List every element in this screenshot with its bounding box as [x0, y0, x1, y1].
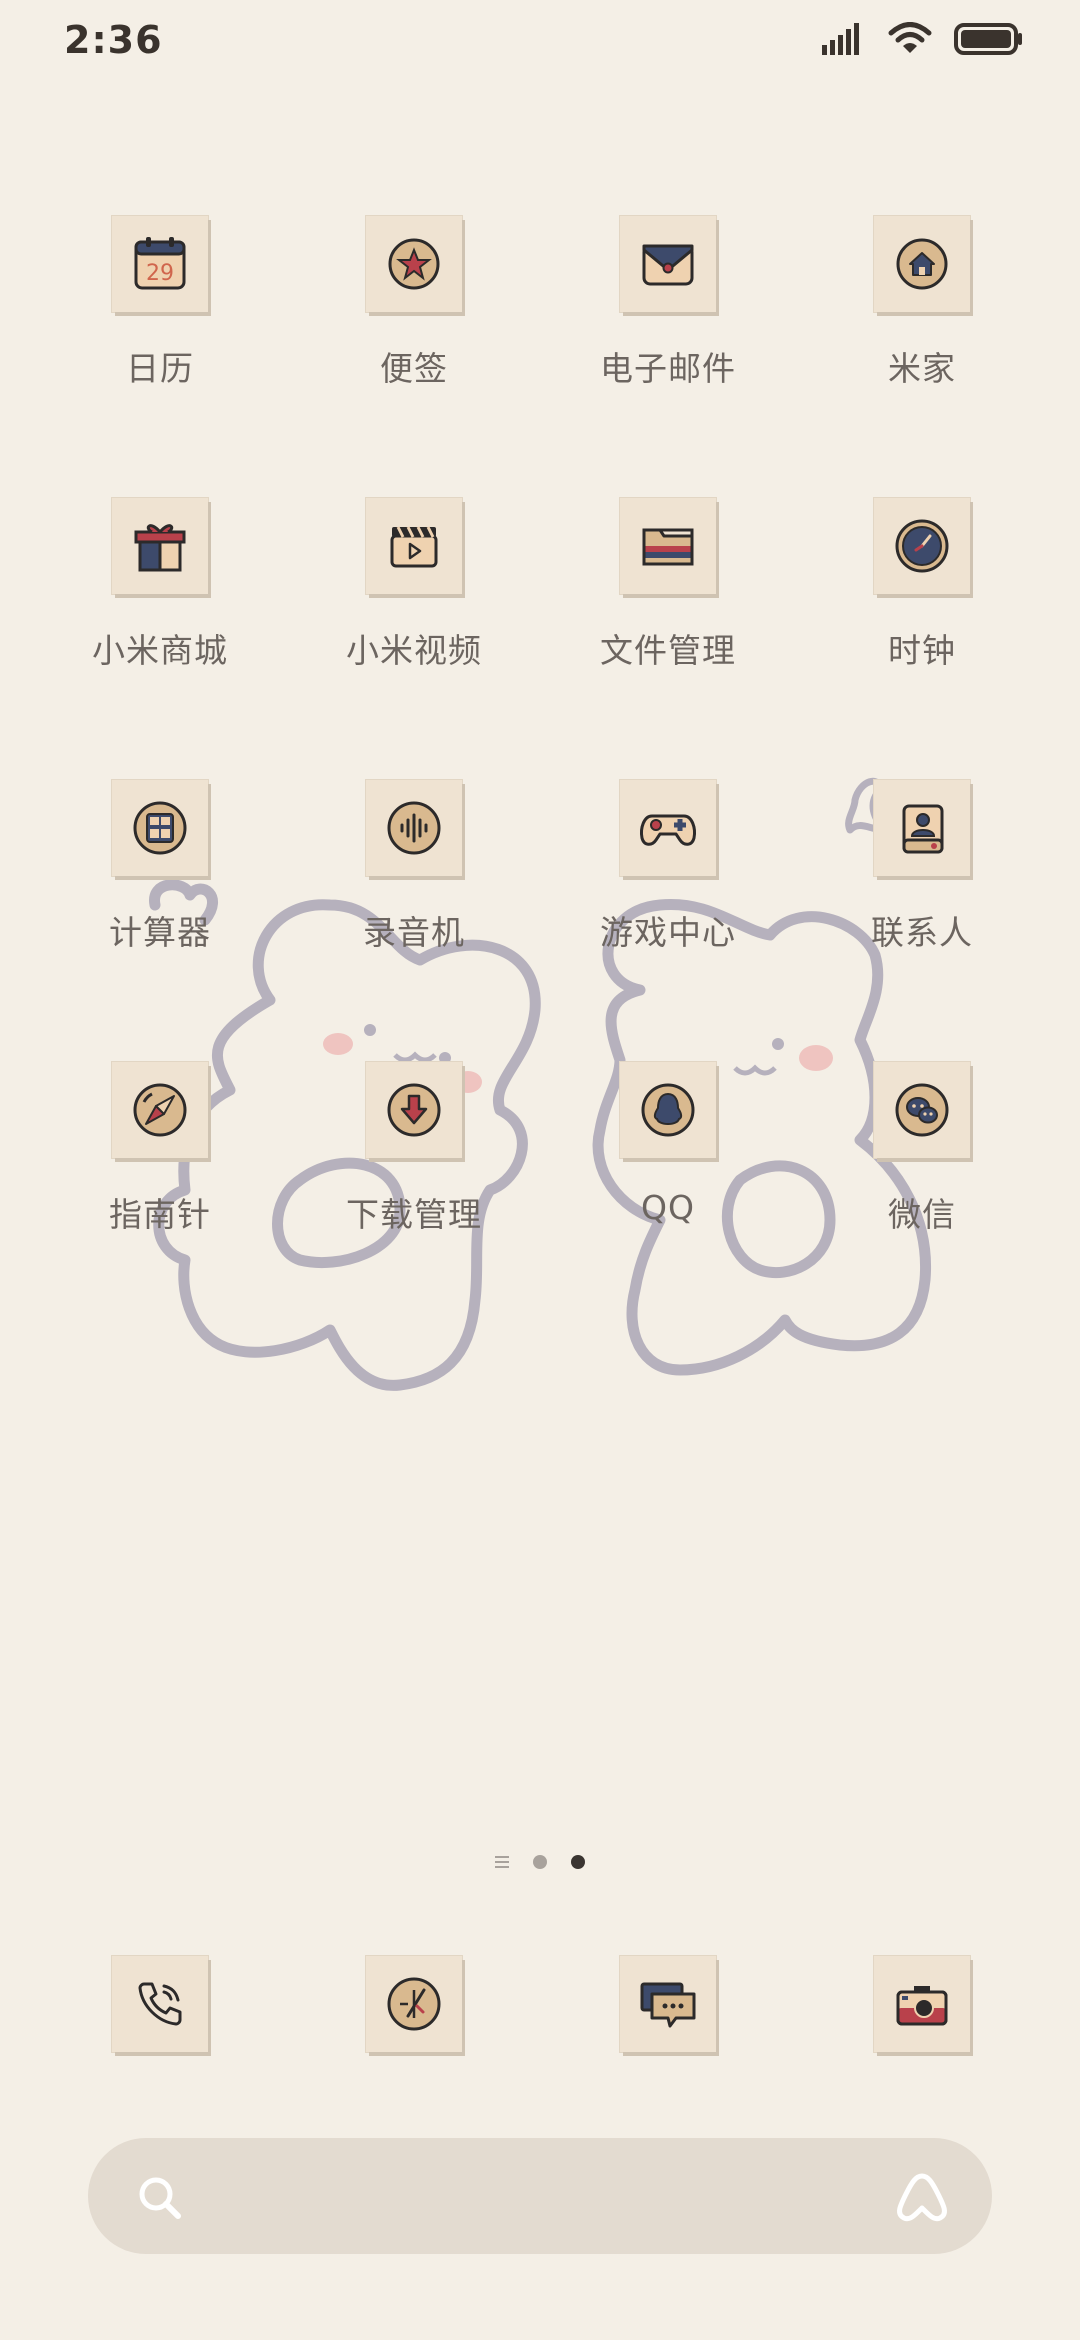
- app-tile[interactable]: [112, 498, 208, 594]
- app-tile[interactable]: [620, 780, 716, 876]
- dock-browser[interactable]: [287, 1940, 541, 2070]
- app-tile[interactable]: [366, 1956, 462, 2052]
- app-label: 录音机: [363, 913, 465, 952]
- app-tile[interactable]: [874, 1062, 970, 1158]
- app-wechat[interactable]: 微信: [795, 1046, 1049, 1296]
- home-icon: [896, 238, 948, 290]
- app-label: 联系人: [871, 913, 973, 952]
- app-label: QQ: [641, 1188, 695, 1227]
- home-screen: 2:36 29 日历 便签 电子邮件 米家 小米商城 小米视频 文件管理 时钟 …: [0, 0, 1080, 2340]
- status-icons: [822, 22, 1024, 56]
- app-mi-video[interactable]: 小米视频: [287, 482, 541, 732]
- browser-icon: [387, 1977, 441, 2031]
- app-tile[interactable]: 29: [112, 216, 208, 312]
- page-dot-active[interactable]: [571, 1855, 585, 1869]
- folder-icon: [642, 528, 694, 566]
- compass-icon: [133, 1083, 187, 1137]
- app-file-manager[interactable]: 文件管理: [541, 482, 795, 732]
- app-contacts[interactable]: 联系人: [795, 764, 1049, 1014]
- search-bar[interactable]: [88, 2138, 992, 2254]
- app-tile[interactable]: [620, 216, 716, 312]
- page-dot[interactable]: [533, 1855, 547, 1869]
- app-clock[interactable]: 时钟: [795, 482, 1049, 732]
- download-icon: [387, 1083, 441, 1137]
- dock-phone[interactable]: [33, 1940, 287, 2070]
- app-label: 时钟: [888, 631, 956, 670]
- app-tile[interactable]: [620, 498, 716, 594]
- app-calendar[interactable]: 29 日历: [33, 200, 287, 450]
- signal-icon: [822, 23, 859, 55]
- page-indicator[interactable]: [0, 1855, 1080, 1869]
- app-label: 电子邮件: [600, 349, 736, 388]
- assistant-icon[interactable]: [892, 2170, 952, 2226]
- app-label: 便签: [380, 349, 448, 388]
- app-tile[interactable]: [874, 216, 970, 312]
- app-download-manager[interactable]: 下载管理: [287, 1046, 541, 1296]
- qq-icon: [641, 1083, 695, 1137]
- app-label: 游戏中心: [600, 913, 736, 952]
- app-label: 日历: [126, 349, 194, 388]
- app-label: 计算器: [109, 913, 211, 952]
- app-compass[interactable]: 指南针: [33, 1046, 287, 1296]
- app-label: 文件管理: [600, 631, 736, 670]
- dock: [0, 1940, 1080, 2070]
- dock-messages[interactable]: [541, 1940, 795, 2070]
- svg-text:29: 29: [146, 261, 174, 286]
- app-mi-store[interactable]: 小米商城: [33, 482, 287, 732]
- app-tile[interactable]: [874, 1956, 970, 2052]
- app-qq[interactable]: QQ: [541, 1046, 795, 1296]
- app-calculator[interactable]: 计算器: [33, 764, 287, 1014]
- battery-icon: [954, 23, 1022, 55]
- app-tile[interactable]: [620, 1062, 716, 1158]
- app-tile[interactable]: [874, 780, 970, 876]
- gift-icon: [134, 524, 186, 572]
- app-mihome[interactable]: 米家: [795, 200, 1049, 450]
- notes-icon: [388, 238, 440, 290]
- wifi-icon: [888, 22, 932, 53]
- app-label: 小米视频: [346, 631, 482, 670]
- app-tile[interactable]: [366, 498, 462, 594]
- app-label: 米家: [888, 349, 956, 388]
- email-icon: [642, 244, 694, 286]
- app-label: 指南针: [109, 1195, 211, 1234]
- camera-icon: [896, 1986, 948, 2026]
- phone-icon: [138, 1982, 182, 2026]
- video-icon: [390, 526, 438, 568]
- app-tile[interactable]: [366, 216, 462, 312]
- feed-page-indicator-icon[interactable]: [495, 1856, 509, 1868]
- wechat-icon: [895, 1083, 949, 1137]
- app-tile[interactable]: [874, 498, 970, 594]
- calendar-icon: 29: [134, 237, 186, 290]
- app-label: 下载管理: [346, 1195, 482, 1234]
- recorder-icon: [387, 801, 441, 855]
- clock-icon: [895, 519, 949, 573]
- app-label: 小米商城: [92, 631, 228, 670]
- gamepad-icon: [640, 814, 696, 846]
- messages-icon: [640, 1982, 696, 2028]
- app-recorder[interactable]: 录音机: [287, 764, 541, 1014]
- app-tile[interactable]: [112, 1062, 208, 1158]
- app-game-center[interactable]: 游戏中心: [541, 764, 795, 1014]
- app-label: 微信: [888, 1195, 956, 1234]
- app-email[interactable]: 电子邮件: [541, 200, 795, 450]
- app-tile[interactable]: [112, 1956, 208, 2052]
- app-tile[interactable]: [366, 780, 462, 876]
- dock-camera[interactable]: [795, 1940, 1049, 2070]
- calculator-icon: [133, 801, 187, 855]
- app-tile[interactable]: [112, 780, 208, 876]
- app-tile[interactable]: [620, 1956, 716, 2052]
- app-tile[interactable]: [366, 1062, 462, 1158]
- status-time: 2:36: [64, 18, 163, 62]
- contacts-icon: [902, 804, 944, 854]
- search-icon[interactable]: [134, 2172, 186, 2224]
- app-notes[interactable]: 便签: [287, 200, 541, 450]
